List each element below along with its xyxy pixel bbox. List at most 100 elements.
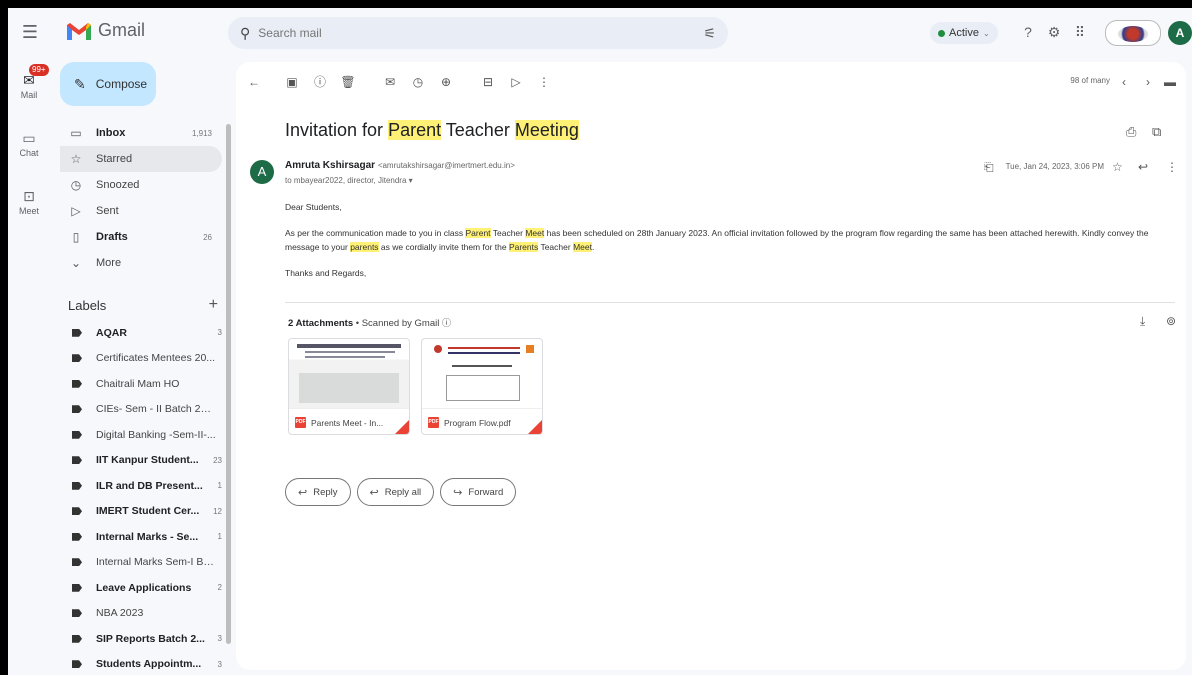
search-options-icon[interactable]: ⚟ [703,25,716,42]
sender-avatar[interactable]: A [250,160,274,184]
compose-label: Compose [95,77,148,91]
rail-mail[interactable]: ✉ 99+ Mail [8,64,50,124]
label-tag-icon [72,507,82,516]
body-paragraph: As per the communication made to you in … [285,226,1175,254]
apps-grid-icon[interactable]: ⠿ [1070,22,1090,42]
label-item[interactable]: SIP Reports Batch 2... 3 [60,626,230,652]
thumb-text-line [305,356,385,358]
download-all-icon[interactable]: ⤓ [1140,314,1145,329]
print-icon[interactable]: ⎙ [1126,124,1136,140]
sidebar-scrollbar[interactable] [226,124,231,644]
reply-button[interactable]: ↩ Reply [285,478,351,506]
back-arrow-icon[interactable]: ← [246,74,262,90]
label-icon[interactable]: ▷ [508,74,524,90]
body-highlight: parents [350,242,379,252]
sidebar-item-starred[interactable]: ☆ Starred [60,146,222,172]
open-new-window-icon[interactable]: ⧉ [1152,124,1161,140]
label-name: Students Appointm... [96,658,202,671]
label-item[interactable]: Certificates Mentees 20... [60,346,230,372]
add-label-icon[interactable]: + [209,296,218,314]
label-item[interactable]: IMERT Student Cer... 12 [60,499,230,525]
attachments-header: 2 Attachments • Scanned by Gmail ⓘ [288,316,451,329]
input-tools-icon[interactable]: ▬ [1162,74,1178,90]
account-avatar[interactable]: A [1168,21,1192,45]
older-chevron-icon[interactable]: › [1140,74,1156,90]
attachment-card[interactable]: PDF Parents Meet - In... [288,338,410,435]
label-item[interactable]: Students Appointm... 3 [60,652,230,675]
sidebar-item-sent[interactable]: ▷ Sent [60,198,222,224]
label-name: IIT Kanpur Student... [96,454,199,467]
unread-badge: 99+ [29,64,49,76]
recipients-line[interactable]: to mbayear2022, director, Jitendra ▾ [285,176,413,185]
settings-gear-icon[interactable]: ⚙ [1044,22,1064,42]
more-vert-icon[interactable]: ⋮ [536,74,552,90]
inbox-icon: ▭ [70,126,82,140]
label-item[interactable]: Internal Marks Sem-I Bat... [60,550,230,576]
body-text: as we cordially invite them for the [378,242,509,252]
sender-name[interactable]: Amruta Kshirsagar [285,160,375,171]
thumb-table [446,375,520,401]
rail-meet[interactable]: ⊡ Meet [8,182,50,240]
reply-arrow-icon[interactable]: ↩ [1138,160,1148,174]
body-text: Teacher [490,228,526,238]
sidebar-item-label: Starred [96,153,133,165]
sidebar-item-inbox[interactable]: ▭ Inbox 1,913 [60,120,222,146]
organization-logo[interactable] [1105,20,1161,46]
snooze-icon[interactable]: ◷ [410,74,426,90]
reply-actions: ↩ Reply ↩ Reply all ↪ Forward [285,478,517,506]
label-item[interactable]: Leave Applications 2 [60,575,230,601]
label-item[interactable]: Chaitrali Mam HO [60,371,230,397]
search-input[interactable] [258,26,704,40]
info-icon[interactable]: ⓘ [442,318,451,328]
sidebar-item-label: Sent [96,205,119,217]
forward-button[interactable]: ↪ Forward [440,478,517,506]
compose-button[interactable]: ✎ Compose [60,62,156,106]
label-count: 1 [217,481,222,491]
attachment-footer: PDF Program Flow.pdf [422,409,542,434]
star-icon[interactable]: ☆ [1112,160,1123,174]
search-icon[interactable]: ⚲ [240,25,250,42]
label-item[interactable]: NBA 2023 [60,601,230,627]
reply-all-label: Reply all [384,486,422,498]
report-spam-icon[interactable]: ⓘ [312,74,328,90]
reply-arrow-icon: ↩ [298,486,308,499]
label-tag-icon [72,532,82,541]
chevron-down-icon: ⌄ [70,256,82,270]
reply-all-button[interactable]: ↩ Reply all [356,478,435,506]
more-vert-icon[interactable]: ⋮ [1166,160,1178,174]
delete-icon[interactable]: 🗑 [340,74,356,90]
status-selector[interactable]: Active ⌄ [930,22,998,44]
sidebar-item-drafts[interactable]: ▯ Drafts 26 [60,224,222,250]
search-bar[interactable]: ⚲ ⚟ [228,17,728,49]
label-item[interactable]: ILR and DB Present... 1 [60,473,230,499]
add-task-icon[interactable]: ⊕ [438,74,454,90]
thumb-emblem [526,345,534,353]
add-to-drive-icon[interactable]: ⊚ [1166,314,1176,328]
label-tag-icon [72,558,82,567]
sidebar-item-more[interactable]: ⌄ More [60,250,222,276]
label-count: 3 [217,634,222,644]
move-to-icon[interactable]: ⊟ [480,74,496,90]
attachment-card[interactable]: PDF Program Flow.pdf [421,338,543,435]
label-item[interactable]: Digital Banking -Sem-II-... [60,422,230,448]
mail-nav: ▭ Inbox 1,913 ☆ Starred ◷ Snoozed ▷ Sent… [60,120,230,276]
label-item[interactable]: AQAR 3 [60,320,230,346]
archive-icon[interactable]: ▣ [284,74,300,90]
main-menu-icon[interactable]: ☰ [20,22,40,42]
label-item[interactable]: Internal Marks - Se... 1 [60,524,230,550]
gmail-logo[interactable]: Gmail [66,20,145,41]
sender-email: <amrutakshirsagar@imertmert.edu.in> [377,161,515,170]
status-dot-icon [938,29,945,37]
sidebar-item-snoozed[interactable]: ◷ Snoozed [60,172,222,198]
help-icon[interactable]: ? [1018,22,1038,42]
greeting: Dear Students, [285,202,342,212]
label-item[interactable]: IIT Kanpur Student... 23 [60,448,230,474]
label-item[interactable]: CIEs- Sem - II Batch 202... [60,397,230,423]
mark-unread-icon[interactable]: ✉ [382,74,398,90]
subject-text: Teacher [441,120,515,140]
newer-chevron-icon[interactable]: ‹ [1116,74,1132,90]
forward-label: Forward [468,486,504,498]
label-name: IMERT Student Cer... [96,505,200,518]
body-highlight: Meet [573,242,592,252]
rail-chat[interactable]: ▭ Chat [8,124,50,182]
